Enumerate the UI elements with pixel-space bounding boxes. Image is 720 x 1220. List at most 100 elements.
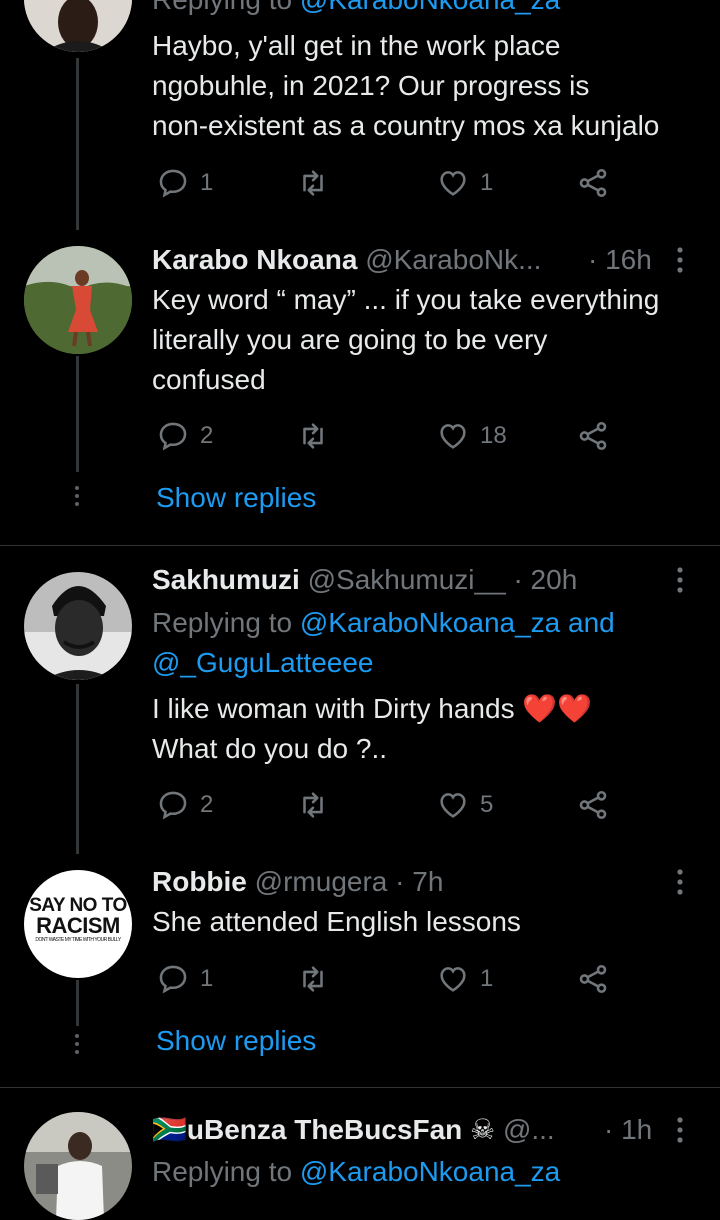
thread-line [76,980,79,1026]
avatar-logo-text: SAY NO TO RACISM DON'T WASTE MY TIME WIT… [24,896,132,944]
like-count: 1 [480,169,494,196]
thread-dots [73,482,81,510]
display-name[interactable]: uBenza TheBucsFan [187,1114,462,1145]
more-button[interactable] [666,1112,694,1148]
replying-to: Replying to @KaraboNkoana_za and @_GuguL… [152,603,615,683]
reply-button[interactable]: 1 [156,163,213,203]
retweet-icon [303,423,323,449]
tweet-text: Key word “ may” ... if you take everythi… [152,280,659,400]
replying-to: Replying to @KaraboNkoana_za [152,1152,560,1192]
tweet-text-line: What do you do ?.. [152,733,388,764]
share-button[interactable] [576,163,610,203]
display-name[interactable]: Robbie [152,866,247,897]
show-replies-link[interactable]: Show replies [156,482,316,514]
reply-icon [159,169,187,198]
tweet-text-line: confused [152,364,266,395]
skull-emoji: ☠ [470,1114,496,1145]
share-icon [579,964,607,994]
thread-line [76,356,79,472]
tweet-actions: 2 5 [156,785,626,825]
retweet-button[interactable] [296,416,330,456]
user-handle[interactable]: @... [503,1114,555,1145]
user-handle[interactable]: @rmugera [255,866,388,897]
reply-count: 1 [200,169,214,196]
mention-link[interactable]: @KaraboNkoana_za [300,607,560,638]
tweet-text: I like woman with Dirty hands ❤️❤️ What … [152,689,592,769]
divider [0,1087,720,1088]
reply-button[interactable]: 1 [156,959,213,999]
tweet-header: 🇿🇦uBenza TheBucsFan ☠ @... [152,1110,555,1150]
thread-line [76,684,79,854]
replying-label: Replying to [152,0,292,15]
timestamp[interactable]: · 16h [588,240,652,280]
heart-emoji: ❤️❤️ [522,693,593,724]
reply-button[interactable]: 2 [156,416,213,456]
timestamp[interactable]: · 7h [395,866,443,897]
retweet-icon [303,792,323,818]
tweet-text: She attended English lessons [152,902,521,942]
mention-link[interactable]: @KaraboNkoana_za [300,1156,560,1187]
like-button[interactable]: 1 [436,959,493,999]
more-button[interactable] [666,242,694,278]
replying-line: Replying to @KaraboNkoana_za and [152,603,615,643]
mention-link[interactable]: @_GuguLatteeee [152,643,615,683]
reply-button[interactable]: 2 [156,785,213,825]
like-button[interactable]: 5 [436,785,493,825]
share-icon [579,168,607,198]
tweet-text-segment: I like woman with Dirty hands [152,693,515,724]
tweet-text-line: She attended English lessons [152,906,521,937]
more-vertical-icon [677,247,683,273]
share-button[interactable] [576,785,610,825]
tweet-header: Robbie @rmugera · 7h [152,862,443,902]
tweet-text-line: Haybo, y'all get in the work place [152,30,561,61]
retweet-button[interactable] [296,785,330,825]
reply-icon [159,965,187,994]
more-button[interactable] [666,562,694,598]
heart-icon [440,793,466,818]
timestamp[interactable]: · 20h [513,564,577,595]
mention-and[interactable]: and [568,607,615,638]
mention-link[interactable]: @KaraboNkoana_za [300,0,560,15]
reply-count: 2 [200,422,214,449]
reply-icon [159,791,187,820]
avatar-text-line: RACISM [36,913,120,938]
like-count: 18 [480,422,507,449]
flag-emoji: 🇿🇦 [152,1114,187,1145]
share-icon [579,790,607,820]
avatar[interactable] [24,1112,132,1220]
heart-icon [440,967,466,992]
display-name[interactable]: Karabo Nkoana [152,244,357,275]
thread-line [76,58,79,230]
tweet-text-line: non-existent as a country mos xa kunjalo [152,110,660,141]
retweet-button[interactable] [296,163,330,203]
divider [0,545,720,546]
like-button[interactable]: 1 [436,163,493,203]
avatar[interactable] [24,0,132,52]
show-replies-link[interactable]: Show replies [156,1025,316,1057]
heart-icon [440,424,466,449]
avatar[interactable] [24,572,132,680]
user-handle[interactable]: @Sakhumuzi__ [308,564,506,595]
timestamp[interactable]: · 1h [604,1110,652,1150]
display-name[interactable]: Sakhumuzi [152,564,300,595]
like-button[interactable]: 18 [436,416,507,456]
avatar-photo [24,0,132,52]
avatar[interactable] [24,246,132,354]
user-handle[interactable]: @KaraboNk... [365,244,541,275]
replying-label: Replying to [152,607,293,638]
tweet-actions: 1 1 [156,959,626,999]
tweet-text-line: literally you are going to be very [152,324,548,355]
retweet-icon [303,966,323,992]
share-button[interactable] [576,959,610,999]
tweet-actions: 1 1 [156,163,626,203]
more-vertical-icon [677,869,683,895]
replying-to: Replying to @KaraboNkoana_za [152,0,560,20]
more-button[interactable] [666,864,694,900]
share-button[interactable] [576,416,610,456]
retweet-icon [303,170,323,196]
tweet-text: Haybo, y'all get in the work place ngobu… [152,26,659,146]
tweet-actions: 2 18 [156,416,626,456]
retweet-button[interactable] [296,959,330,999]
avatar[interactable]: SAY NO TO RACISM DON'T WASTE MY TIME WIT… [24,870,132,978]
avatar-photo [24,1112,132,1220]
